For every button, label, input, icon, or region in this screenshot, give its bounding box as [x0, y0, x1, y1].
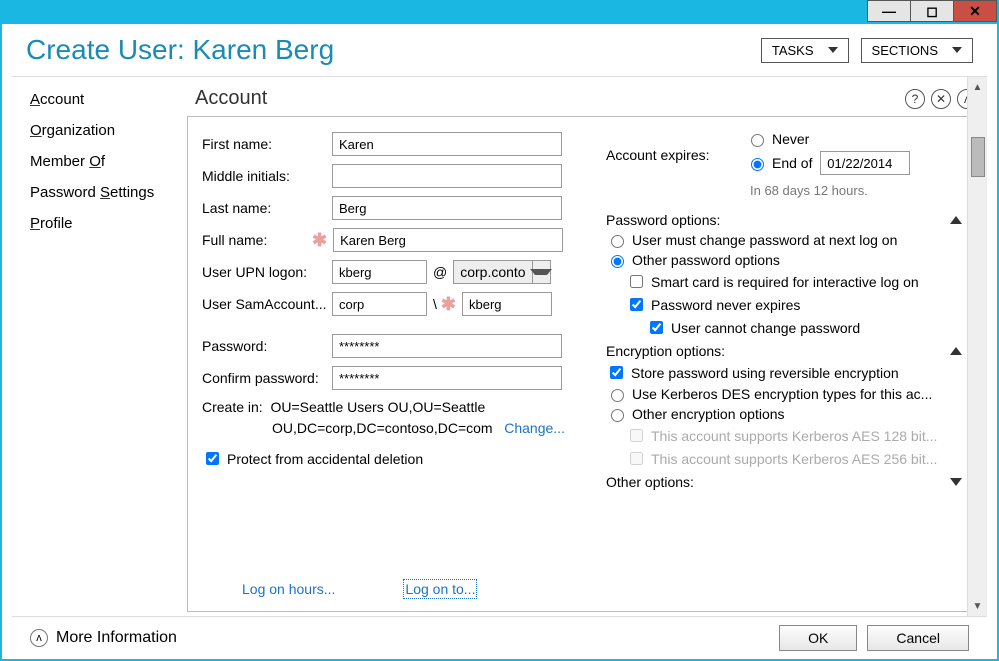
password-label: Password:	[202, 338, 332, 354]
sam-domain-input[interactable]	[332, 292, 427, 316]
full-name-input[interactable]	[333, 228, 563, 252]
expires-hint: In 68 days 12 hours.	[750, 183, 962, 198]
main-panel: Account ? ✕ ʌ First name: Middle ini	[177, 77, 987, 616]
other-enc-radio[interactable]	[611, 409, 624, 422]
must-change-radio[interactable]	[611, 235, 624, 248]
required-icon: ✱	[441, 294, 456, 315]
reversible-checkbox[interactable]	[610, 366, 623, 379]
ok-button[interactable]: OK	[779, 625, 857, 651]
password-options-heading: Password options:	[606, 212, 720, 228]
other-pwd-radio[interactable]	[611, 255, 624, 268]
never-radio[interactable]	[751, 134, 764, 147]
other-enc-label: Other encryption options	[632, 406, 785, 422]
confirm-password-label: Confirm password:	[202, 370, 332, 386]
cannot-change-checkbox[interactable]	[650, 321, 663, 334]
scrollbar[interactable]: ▲ ▼	[967, 77, 987, 616]
endof-radio[interactable]	[751, 158, 764, 171]
aes128-checkbox	[630, 429, 643, 442]
upn-label: User UPN logon:	[202, 264, 332, 280]
section-heading: Account	[195, 87, 267, 110]
minimize-button[interactable]: —	[867, 0, 911, 22]
chevron-down-icon	[952, 47, 962, 53]
endof-label: End of	[772, 155, 812, 171]
sidebar-item-memberof[interactable]: Member Of	[30, 153, 171, 170]
smartcard-label: Smart card is required for interactive l…	[651, 274, 919, 290]
upn-domain-value: corp.conto	[454, 264, 531, 280]
other-pwd-label: Other password options	[632, 252, 780, 268]
password-input[interactable]	[332, 334, 562, 358]
kerberos-des-radio[interactable]	[611, 389, 624, 402]
encryption-options-heading: Encryption options:	[606, 343, 725, 359]
full-name-label: Full name:	[202, 232, 314, 248]
close-section-button[interactable]: ✕	[931, 89, 951, 109]
logon-hours-link[interactable]: Log on hours...	[242, 581, 335, 597]
first-name-input[interactable]	[332, 132, 562, 156]
other-options-heading: Other options:	[606, 474, 694, 490]
aes256-checkbox	[630, 452, 643, 465]
scroll-thumb[interactable]	[971, 137, 985, 177]
middle-initials-input[interactable]	[332, 164, 562, 188]
scroll-up-icon[interactable]: ▲	[968, 77, 987, 97]
at-symbol: @	[433, 264, 447, 280]
middle-initials-label: Middle initials:	[202, 168, 332, 184]
expand-icon[interactable]	[950, 478, 962, 486]
sam-user-input[interactable]	[462, 292, 552, 316]
last-name-label: Last name:	[202, 200, 332, 216]
collapse-icon[interactable]	[950, 347, 962, 355]
never-expires-label: Password never expires	[651, 297, 800, 313]
expires-date-input[interactable]	[820, 151, 910, 175]
sections-label: SECTIONS	[872, 43, 938, 58]
first-name-label: First name:	[202, 136, 332, 152]
kerberos-des-label: Use Kerberos DES encryption types for th…	[632, 386, 932, 402]
createin-label: Create in:	[202, 399, 263, 415]
aes128-label: This account supports Kerberos AES 128 b…	[651, 428, 937, 444]
scroll-down-icon[interactable]: ▼	[968, 596, 987, 616]
expires-label: Account expires:	[606, 147, 746, 163]
last-name-input[interactable]	[332, 196, 562, 220]
cannot-change-label: User cannot change password	[671, 320, 860, 336]
sidebar-item-organization[interactable]: Organization	[30, 122, 171, 139]
aes256-label: This account supports Kerberos AES 256 b…	[651, 451, 937, 467]
change-link[interactable]: Change...	[504, 420, 565, 436]
reversible-label: Store password using reversible encrypti…	[631, 365, 899, 381]
protect-checkbox[interactable]	[206, 452, 219, 465]
createin-path: OU=Seattle Users OU,OU=Seattle	[270, 399, 485, 415]
must-change-label: User must change password at next log on	[632, 232, 897, 248]
required-icon: ✱	[312, 230, 327, 251]
maximize-button[interactable]: ◻	[910, 0, 954, 22]
tasks-dropdown[interactable]: TASKS	[761, 38, 849, 63]
help-button[interactable]: ?	[905, 89, 925, 109]
collapse-icon[interactable]	[950, 216, 962, 224]
cancel-button[interactable]: Cancel	[867, 625, 969, 651]
chevron-down-icon	[530, 269, 552, 275]
upn-domain-combo[interactable]: corp.conto	[453, 260, 550, 284]
upn-user-input[interactable]	[332, 260, 427, 284]
never-expires-checkbox[interactable]	[630, 298, 643, 311]
sidebar-item-account[interactable]: Account	[30, 91, 171, 108]
createin-path2: OU,DC=corp,DC=contoso,DC=com	[272, 420, 493, 436]
logon-to-link[interactable]: Log on to...	[405, 581, 475, 597]
more-information-label[interactable]: More Information	[56, 629, 177, 647]
page-title: Create User: Karen Berg	[26, 34, 749, 66]
chevron-down-icon	[828, 47, 838, 53]
separator: \	[433, 296, 437, 312]
sam-label: User SamAccount...	[202, 296, 332, 312]
titlebar: — ◻ ✕	[2, 2, 997, 24]
never-label: Never	[772, 131, 809, 147]
main-window: — ◻ ✕ Create User: Karen Berg TASKS SECT…	[0, 0, 999, 661]
smartcard-checkbox[interactable]	[630, 275, 643, 288]
sidebar-item-profile[interactable]: Profile	[30, 215, 171, 232]
close-button[interactable]: ✕	[953, 0, 997, 22]
confirm-password-input[interactable]	[332, 366, 562, 390]
protect-label: Protect from accidental deletion	[227, 451, 423, 467]
sections-dropdown[interactable]: SECTIONS	[861, 38, 973, 63]
tasks-label: TASKS	[772, 43, 814, 58]
expand-info-button[interactable]: ʌ	[30, 629, 48, 647]
sidebar-item-password-settings[interactable]: Password Settings	[30, 184, 171, 201]
sidebar: Account Organization Member Of Password …	[12, 77, 177, 616]
